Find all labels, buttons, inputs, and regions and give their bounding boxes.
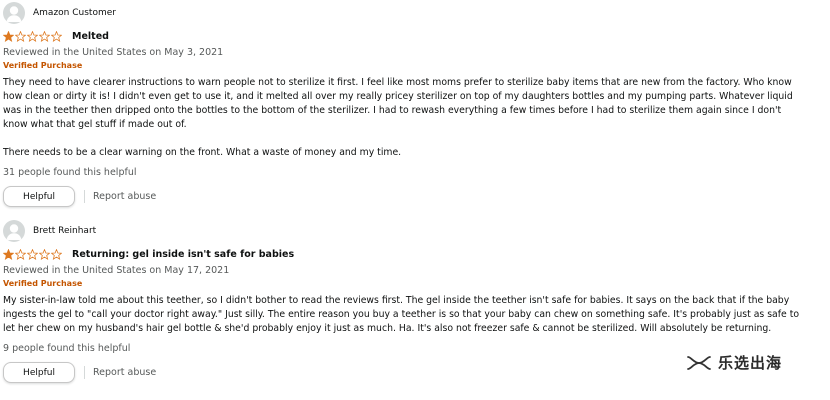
star-empty-icon bbox=[51, 248, 62, 260]
verified-purchase-badge: Verified Purchase bbox=[3, 279, 83, 288]
star-empty-icon bbox=[15, 30, 26, 42]
avatar-icon[interactable] bbox=[3, 220, 25, 242]
helpful-button[interactable]: Helpful bbox=[3, 186, 75, 207]
review-card: Amazon Customer Melted Reviewed in the U… bbox=[3, 2, 803, 207]
review-paragraph: They need to have clearer instructions t… bbox=[3, 77, 793, 130]
watermark-text: 乐选出海 bbox=[718, 354, 783, 372]
star-filled-icon bbox=[3, 248, 14, 260]
avatar-icon[interactable] bbox=[3, 2, 25, 24]
review-title-row: Melted bbox=[3, 29, 803, 43]
report-abuse-link[interactable]: Report abuse bbox=[93, 191, 156, 202]
action-divider bbox=[84, 190, 85, 203]
star-empty-icon bbox=[39, 30, 50, 42]
star-empty-icon bbox=[27, 30, 38, 42]
review-date: Reviewed in the United States on May 3, … bbox=[3, 47, 224, 58]
star-rating[interactable] bbox=[3, 248, 63, 260]
wechat-channel-icon bbox=[687, 355, 711, 370]
review-author-name[interactable]: Brett Reinhart bbox=[33, 226, 96, 236]
star-empty-icon bbox=[15, 248, 26, 260]
review-title-row: Returning: gel inside isn't safe for bab… bbox=[3, 247, 803, 261]
watermark: 乐选出海 bbox=[686, 352, 782, 373]
star-filled-icon bbox=[3, 30, 14, 42]
review-body: My sister-in-law told me about this teet… bbox=[3, 294, 803, 336]
review-paragraph: My sister-in-law told me about this teet… bbox=[3, 295, 800, 334]
review-title[interactable]: Melted bbox=[72, 31, 109, 42]
review-date: Reviewed in the United States on May 17,… bbox=[3, 265, 230, 276]
helpful-count: 9 people found this helpful bbox=[3, 343, 131, 354]
star-empty-icon bbox=[51, 30, 62, 42]
review-title[interactable]: Returning: gel inside isn't safe for bab… bbox=[72, 249, 294, 260]
review-author-name[interactable]: Amazon Customer bbox=[33, 8, 116, 18]
review-body: They need to have clearer instructions t… bbox=[3, 76, 803, 160]
review-actions: Helpful Report abuse bbox=[3, 186, 803, 207]
star-empty-icon bbox=[27, 248, 38, 260]
review-card: Brett Reinhart Returning: gel inside isn… bbox=[3, 220, 803, 383]
star-empty-icon bbox=[39, 248, 50, 260]
review-author-row: Amazon Customer bbox=[3, 2, 803, 24]
review-author-row: Brett Reinhart bbox=[3, 220, 803, 242]
verified-purchase-badge: Verified Purchase bbox=[3, 61, 83, 70]
helpful-button[interactable]: Helpful bbox=[3, 362, 75, 383]
report-abuse-link[interactable]: Report abuse bbox=[93, 367, 156, 378]
review-actions: Helpful Report abuse bbox=[3, 362, 803, 383]
action-divider bbox=[84, 366, 85, 379]
helpful-count: 31 people found this helpful bbox=[3, 167, 137, 178]
review-paragraph: There needs to be a clear warning on the… bbox=[3, 147, 402, 158]
star-rating[interactable] bbox=[3, 30, 63, 42]
